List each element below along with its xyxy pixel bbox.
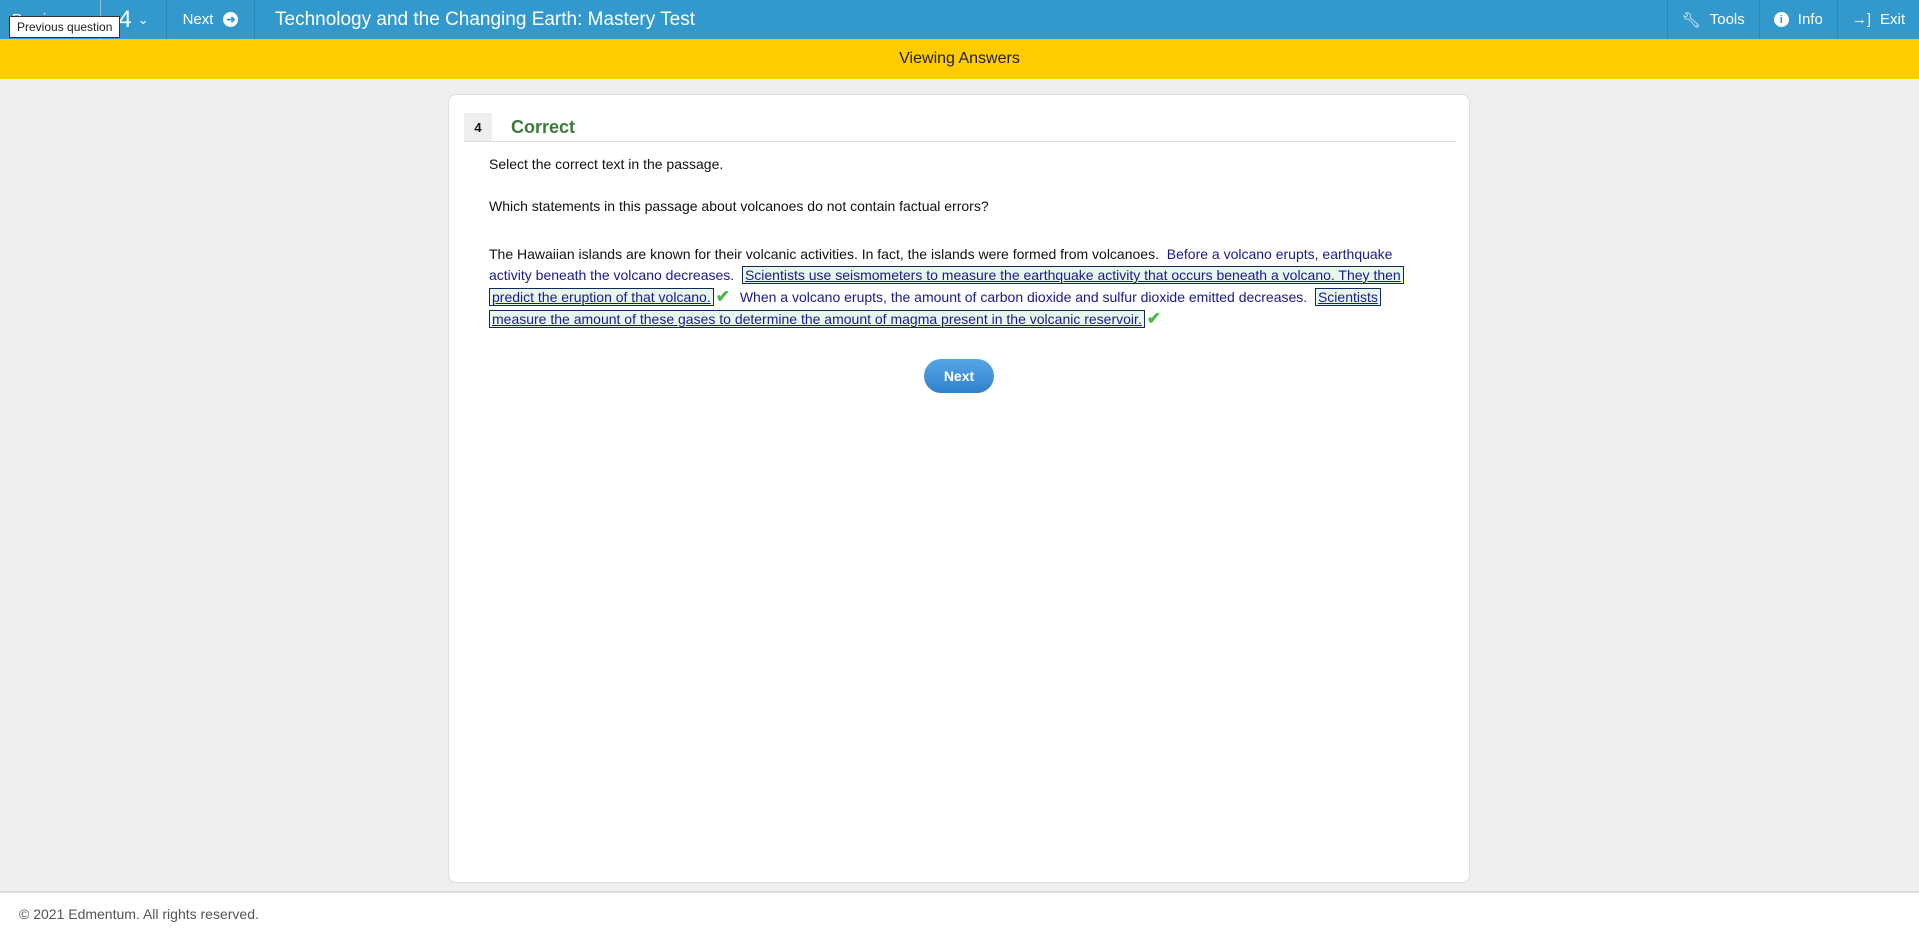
checkmark-icon: ✔ xyxy=(1146,309,1162,328)
info-button[interactable]: i Info xyxy=(1758,0,1837,39)
checkmark-icon: ✔ xyxy=(715,287,730,306)
footer-copyright: © 2021 Edmentum. All rights reserved. xyxy=(0,891,1919,933)
tooltip: Previous question xyxy=(9,16,121,38)
wrench-icon: 🔧︎ xyxy=(1681,11,1701,29)
passage-option[interactable]: When a volcano erupts, the amount of car… xyxy=(740,289,1307,305)
top-nav-bar: Previous 4⌄ Next➜ Technology and the Cha… xyxy=(0,0,1919,39)
test-title: Technology and the Changing Earth: Maste… xyxy=(275,8,696,30)
viewing-answers-banner: Viewing Answers xyxy=(0,39,1919,79)
exit-button[interactable]: →] Exit xyxy=(1836,0,1919,39)
passage-sentence: The Hawaiian islands are known for their… xyxy=(489,246,1159,262)
info-icon: i xyxy=(1773,12,1789,27)
chevron-down-icon: ⌄ xyxy=(137,11,149,27)
passage: The Hawaiian islands are known for their… xyxy=(489,244,1409,330)
sign-in-icon: →] xyxy=(1851,11,1871,28)
question-header: 4 Correct xyxy=(464,113,1456,142)
next-question-button[interactable]: Next ➜ xyxy=(167,0,255,39)
arrow-right-icon: ➜ xyxy=(223,12,239,27)
question-card: 4 Correct Select the correct text in the… xyxy=(448,94,1470,883)
result-status: Correct xyxy=(511,116,576,137)
question-prompt: Which statements in this passage about v… xyxy=(489,198,989,214)
tools-button[interactable]: 🔧︎ Tools xyxy=(1666,0,1759,39)
instruction: Select the correct text in the passage. xyxy=(489,156,724,172)
next-button[interactable]: Next xyxy=(924,359,994,393)
question-number-badge: 4 xyxy=(464,113,492,141)
